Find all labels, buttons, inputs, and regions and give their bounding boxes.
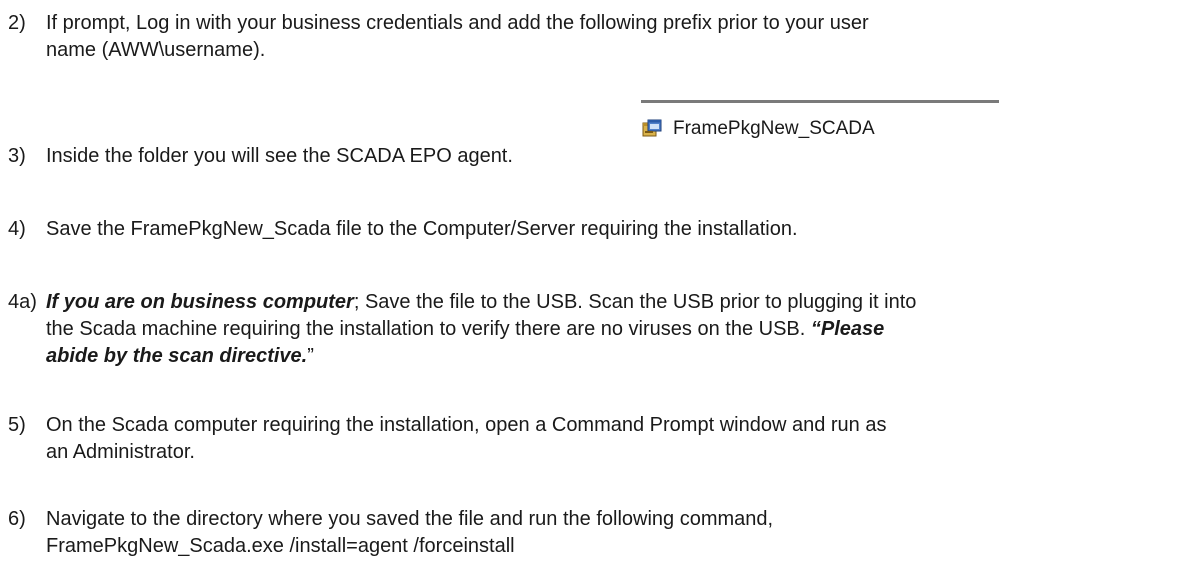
step-line: an Administrator.: [46, 441, 195, 463]
step-text: Save the FramePkgNew_Scada file to the C…: [46, 218, 798, 240]
step-line: name (AWW\username).: [46, 39, 266, 61]
emphasis-text: abide by the scan directive.: [46, 345, 308, 367]
snippet-divider: [641, 100, 999, 103]
step-line: Navigate to the directory where you save…: [46, 508, 774, 530]
step-text: If prompt, Log in with your business cre…: [46, 10, 1190, 64]
step-number: 5): [8, 414, 26, 436]
step-number: 2): [8, 12, 26, 34]
step-line: the Scada machine requiring the installa…: [46, 316, 1190, 343]
step-line: If you are on business computer; Save th…: [46, 289, 1190, 316]
step-number: 3): [8, 145, 26, 167]
file-name-label: FramePkgNew_SCADA: [673, 118, 875, 139]
step-line: abide by the scan directive.”: [46, 343, 1190, 370]
step-text: If you are on business computer; Save th…: [46, 289, 1190, 370]
step-number: 4a): [8, 291, 37, 313]
close-quote: ”: [307, 345, 314, 367]
installer-package-icon: [642, 119, 662, 137]
step-number: 6): [8, 508, 26, 530]
step-line-text: the Scada machine requiring the installa…: [46, 318, 811, 340]
step-line: If prompt, Log in with your business cre…: [46, 12, 869, 34]
step-number: 4): [8, 218, 26, 240]
step-text: Navigate to the directory where you save…: [46, 506, 1190, 560]
step-line: FramePkgNew_Scada.exe /install=agent /fo…: [46, 535, 515, 557]
step-line-text: ; Save the file to the USB. Scan the USB…: [353, 291, 917, 313]
emphasis-text: “Please: [810, 318, 885, 340]
emphasis-text: If you are on business computer: [46, 291, 354, 313]
step-text: Inside the folder you will see the SCADA…: [46, 145, 513, 167]
step-line: On the Scada computer requiring the inst…: [46, 414, 887, 436]
step-text: On the Scada computer requiring the inst…: [46, 412, 1190, 466]
